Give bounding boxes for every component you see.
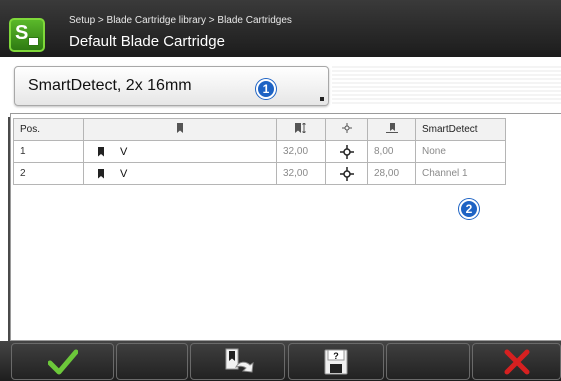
cartridge-select-value: SmartDetect, 2x 16mm [28, 77, 192, 94]
blade-icon [98, 146, 104, 157]
toolbar-empty-slot-2 [386, 343, 470, 380]
cell-center [325, 162, 368, 185]
cell-height: 32,00 [276, 162, 326, 185]
cell-pos: 2 [13, 162, 84, 185]
col-header-height[interactable] [276, 118, 326, 141]
cancel-button[interactable] [472, 343, 561, 380]
blade-icon [177, 123, 183, 133]
blade-icon [98, 168, 104, 179]
blade-height-icon [295, 122, 306, 134]
save-as-icon: ? [324, 349, 348, 374]
cell-offset: 28,00 [367, 162, 416, 185]
cell-blade: V [83, 162, 277, 185]
cartridge-select[interactable]: SmartDetect, 2x 16mm [14, 66, 329, 106]
cell-smartdetect: None [415, 140, 506, 163]
toolbar-empty-slot-1 [116, 343, 188, 380]
confirm-button[interactable] [11, 343, 114, 380]
s-app-icon[interactable]: S [9, 18, 45, 52]
header-bar: S Setup > Blade Cartridge library > Blad… [0, 0, 561, 57]
table-row[interactable]: 1 V 32,00 8,00 None [13, 140, 506, 163]
page-title: Default Blade Cartridge [69, 33, 225, 50]
table-header-row: Pos. SmartDetect [13, 118, 506, 141]
cell-blade: V [83, 140, 277, 163]
close-icon [504, 349, 529, 374]
s-letter-glyph: S [15, 22, 29, 44]
cell-smartdetect: Channel 1 [415, 162, 506, 185]
cell-center [325, 140, 368, 163]
blade-name: V [120, 167, 128, 180]
col-header-pos[interactable]: Pos. [13, 118, 84, 141]
app-icon-square [28, 37, 39, 46]
save-as-button[interactable]: ? [288, 343, 384, 380]
breadcrumb[interactable]: Setup > Blade Cartridge library > Blade … [69, 15, 292, 26]
dropdown-caret-icon [320, 97, 324, 101]
offset-icon [385, 123, 398, 133]
bottom-toolbar: ? [0, 341, 561, 381]
svg-text:?: ? [333, 351, 339, 361]
blade-library-button[interactable] [190, 343, 285, 380]
table-row[interactable]: 2 V 32,00 28,00 Channel 1 [13, 162, 506, 185]
blade-library-icon [225, 348, 254, 373]
col-header-center[interactable] [325, 118, 368, 141]
blade-name: V [120, 145, 128, 158]
col-header-smartdetect[interactable]: SmartDetect [415, 118, 506, 141]
blade-table: Pos. SmartDetect 1 V 32,00 8,00 None 2 V… [13, 118, 506, 185]
checkmark-icon [47, 349, 78, 374]
cell-pos: 1 [13, 140, 84, 163]
crosshair-icon [339, 144, 354, 159]
crosshair-icon [339, 166, 354, 181]
crosshair-icon [341, 123, 352, 133]
header-stripe [332, 66, 561, 106]
cell-height: 32,00 [276, 140, 326, 163]
callout-badge-2: 2 [459, 199, 479, 219]
callout-badge-1: 1 [256, 79, 276, 99]
col-header-blade[interactable] [83, 118, 277, 141]
cell-offset: 8,00 [367, 140, 416, 163]
col-header-offset[interactable] [367, 118, 416, 141]
